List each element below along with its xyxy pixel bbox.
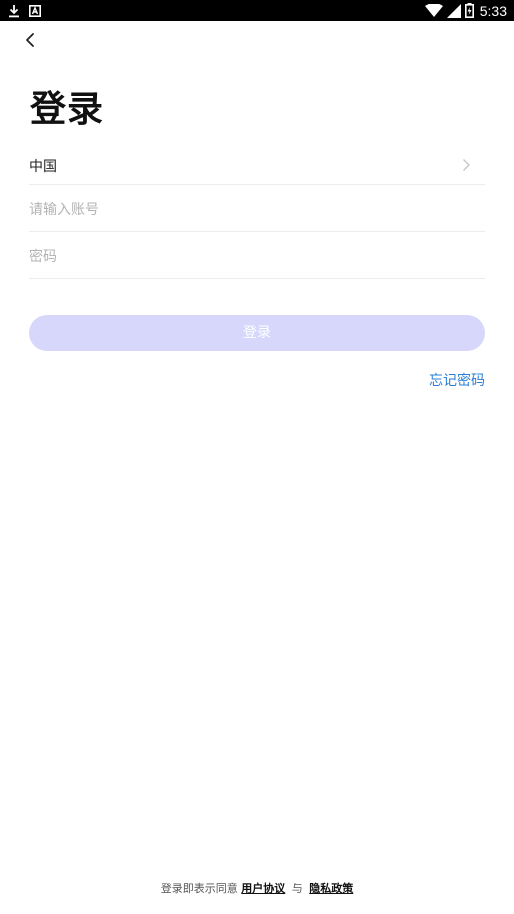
status-bar-right: 5:33: [424, 0, 507, 21]
chevron-right-icon: [463, 159, 470, 171]
country-label: 中国: [29, 159, 57, 175]
notification-icon: [29, 4, 41, 17]
account-input[interactable]: [29, 195, 469, 225]
back-button[interactable]: [18, 28, 42, 52]
login-screen: 5:33 登录 中国 登录 忘记密码 登录即表示同意 用户协议 与 隐私政策: [0, 0, 514, 914]
status-bar: 5:33: [0, 0, 514, 21]
status-bar-left: [8, 2, 41, 19]
password-row: [29, 232, 485, 279]
battery-charging-icon: [464, 3, 474, 18]
login-button[interactable]: 登录: [29, 315, 485, 351]
status-time: 5:33: [479, 2, 507, 19]
forgot-password-link[interactable]: 忘记密码: [429, 370, 485, 390]
password-input[interactable]: [29, 242, 469, 272]
country-selector[interactable]: 中国: [29, 138, 485, 185]
user-agreement-link[interactable]: 用户协议: [241, 882, 285, 895]
wifi-icon: [424, 3, 443, 17]
signal-icon: [446, 3, 461, 18]
chevron-left-icon: [26, 33, 34, 47]
download-icon: [9, 4, 19, 17]
agreement-prefix: 登录即表示同意: [160, 882, 238, 895]
page-title: 登录: [30, 89, 105, 130]
account-row: [29, 185, 485, 232]
agreement-conjunction: 与: [291, 882, 303, 895]
privacy-policy-link[interactable]: 隐私政策: [309, 882, 353, 895]
agreement-footer: 登录即表示同意 用户协议 与 隐私政策: [0, 880, 514, 896]
